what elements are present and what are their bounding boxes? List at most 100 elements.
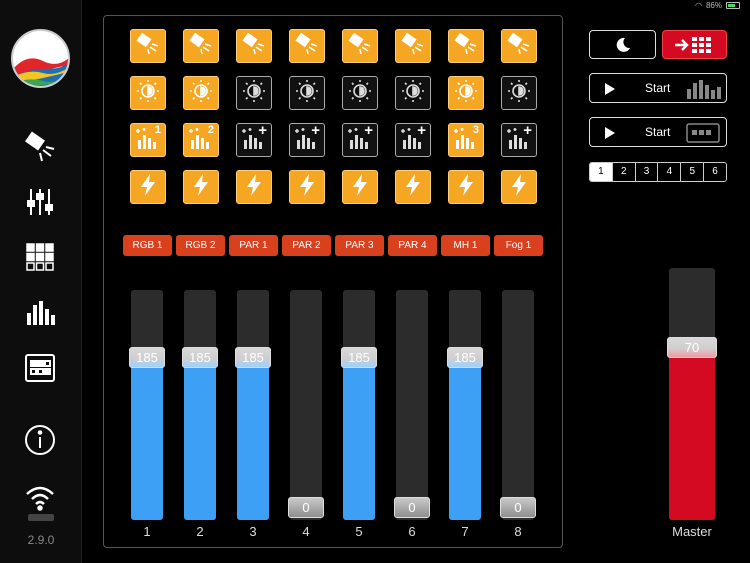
dimmer-button-6[interactable] [395,76,431,110]
spot-icon [348,32,372,61]
info-icon[interactable] [21,421,59,459]
flash-icon [455,173,477,202]
preset-button-6[interactable]: + [395,122,431,157]
fixture-label-4[interactable]: PAR 2 [282,235,331,256]
page-2[interactable]: 2 [611,163,635,181]
fixture-label-2[interactable]: RGB 2 [176,235,225,256]
grid-icon[interactable] [21,238,59,276]
start-sound-button[interactable]: Start [589,73,727,103]
fixture-label-6[interactable]: PAR 4 [388,235,437,256]
fader-handle-4[interactable]: 0 [288,497,324,518]
preset-number: 2 [207,124,214,136]
spot-button-1[interactable] [130,29,166,63]
preset-button-5[interactable]: + [342,122,378,157]
fader-handle-5[interactable]: 185 [341,346,377,368]
fixture-label-3[interactable]: PAR 1 [229,235,278,256]
arrow-grid-icon [674,36,711,53]
dimmer-icon [507,79,531,108]
preset-number: 3 [472,124,479,136]
fader-handle-3[interactable]: 185 [235,346,271,368]
fader-track-8[interactable]: 0 [500,290,536,520]
master-label: Master [672,524,712,539]
master-fader-track[interactable]: 70 [667,268,717,520]
spot-icon [454,32,478,61]
spot-button-8[interactable] [501,29,537,63]
faders-icon[interactable] [21,183,59,221]
flash-button-3[interactable] [236,170,272,204]
grid-output-button[interactable] [662,30,727,59]
fader-fill-7 [449,357,481,520]
fader-track-3[interactable]: 185 [235,290,271,520]
fader-handle-1[interactable]: 185 [129,346,165,368]
channel-number-6: 6 [408,524,416,539]
fader-track-7[interactable]: 185 [447,290,483,520]
preset-button-2[interactable]: 2 [183,123,219,157]
dimmer-button-4[interactable] [289,76,325,110]
dimmer-button-3[interactable] [236,76,272,110]
dimmer-button-5[interactable] [342,76,378,110]
preset-button-4[interactable]: + [289,122,325,157]
channel-number-4: 4 [302,524,310,539]
fixture-label-5[interactable]: PAR 3 [335,235,384,256]
spot-button-5[interactable] [342,29,378,63]
fader-track-6[interactable]: 0 [394,290,430,520]
battery-percent: 86% [705,1,722,10]
dimmer-button-1[interactable] [130,76,166,110]
preset-button-7[interactable]: 3 [448,123,484,157]
fader-track-1[interactable]: 185 [129,290,165,520]
fader-track-4[interactable]: 0 [288,290,324,520]
fader-handle-2[interactable]: 185 [182,346,218,368]
page-6[interactable]: 6 [703,163,726,181]
fader-fill-5 [343,357,375,520]
preset-button-1[interactable]: 1 [130,123,166,157]
fader-track-2[interactable]: 185 [182,290,218,520]
fixture-label-1[interactable]: RGB 1 [123,235,172,256]
flash-icon [296,173,318,202]
night-mode-button[interactable] [589,30,656,59]
fixture-label-8[interactable]: Fog 1 [494,235,543,256]
dimmer-button-7[interactable] [448,76,484,110]
dimmer-button-2[interactable] [183,76,219,110]
flash-button-5[interactable] [342,170,378,204]
spot-button-4[interactable] [289,29,325,63]
wifi-icon[interactable] [21,478,59,516]
spotlight-icon[interactable] [21,128,59,166]
page-4[interactable]: 4 [657,163,680,181]
fader-handle-8[interactable]: 0 [500,497,536,518]
start-chaser-button[interactable]: Start [589,117,727,147]
fader-handle-7[interactable]: 185 [447,346,483,368]
page-5[interactable]: 5 [680,163,703,181]
equalizer-icon[interactable] [21,293,59,331]
dimmer-button-8[interactable] [501,76,537,110]
fader-fill-2 [184,357,216,520]
flash-button-8[interactable] [501,170,537,204]
preset-button-8[interactable]: + [501,122,537,157]
preset-button-3[interactable]: + [236,122,272,157]
spot-button-7[interactable] [448,29,484,63]
channel-number-1: 1 [143,524,151,539]
spot-button-2[interactable] [183,29,219,63]
page-1[interactable]: 1 [590,163,612,181]
play-icon [605,83,615,95]
equalizer-small-icon [687,80,721,99]
master-fader-handle[interactable]: 70 [667,337,717,358]
channel-number-8: 8 [514,524,522,539]
channel-number-7: 7 [461,524,469,539]
spot-button-6[interactable] [395,29,431,63]
preset-number: 1 [154,124,161,136]
moon-icon [616,37,630,52]
start-sound-label: Start [645,81,671,95]
flash-button-1[interactable] [130,170,166,204]
flash-button-2[interactable] [183,170,219,204]
fader-handle-6[interactable]: 0 [394,497,430,518]
status-right: ◠ 86% [695,1,740,10]
flash-button-6[interactable] [395,170,431,204]
flash-button-4[interactable] [289,170,325,204]
chaser-icon[interactable] [21,348,59,386]
page-3[interactable]: 3 [634,163,658,181]
spot-button-3[interactable] [236,29,272,63]
flash-button-7[interactable] [448,170,484,204]
fixture-label-7[interactable]: MH 1 [441,235,490,256]
preset-number: + [417,122,426,139]
fader-track-5[interactable]: 185 [341,290,377,520]
